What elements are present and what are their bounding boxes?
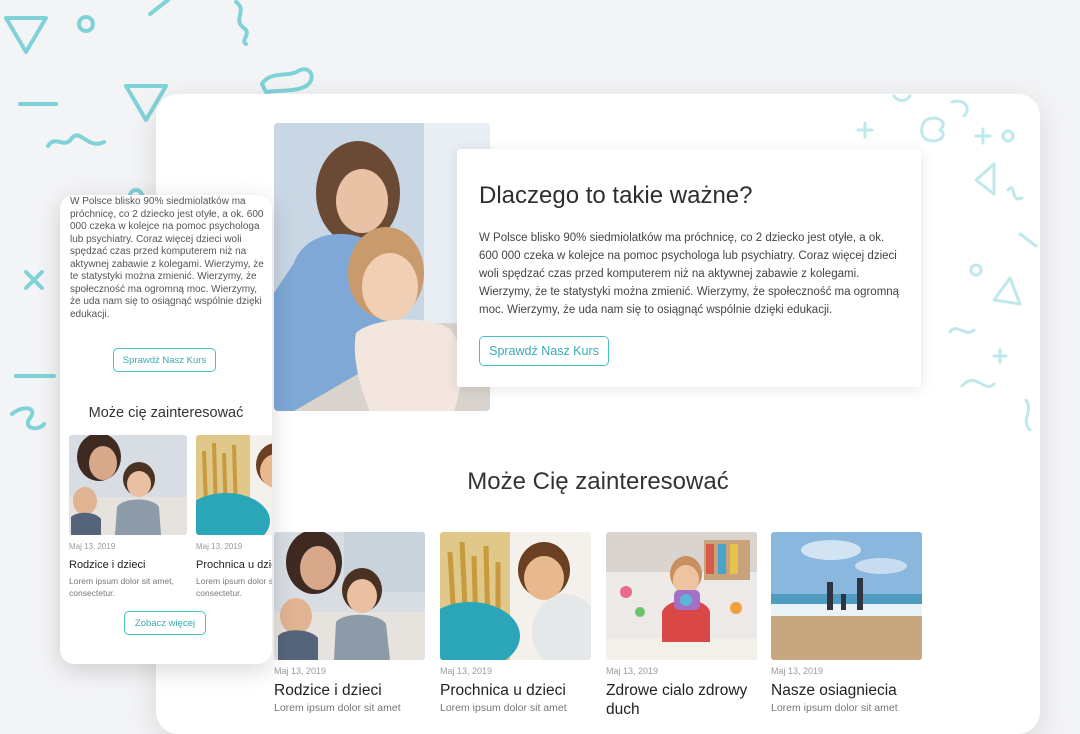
article-description: Lorem ipsum dolor sit amet [440,702,567,714]
article-image [274,532,425,660]
section-title: Może Cię zainteresować [467,468,729,495]
mobile-article-card[interactable]: Maj 13, 2019 Prochnica u dzieci Lorem ip… [196,435,272,599]
article-title[interactable]: Rodzice i dzieci [274,681,425,700]
article-card[interactable]: Maj 13, 2019 Nasze osiagniecia Lorem ips… [771,532,922,714]
article-date: Maj 13, 2019 [69,542,116,551]
article-title[interactable]: Zdrowe cialo zdrowy duch [606,681,757,719]
article-date: Maj 13, 2019 [196,542,243,551]
article-list: Maj 13, 2019 Rodzice i dzieci Lorem ipsu… [274,532,922,732]
article-card[interactable]: Maj 13, 2019 Prochnica u dzieci Lorem ip… [440,532,591,714]
article-image [440,532,591,660]
article-date: Maj 13, 2019 [606,666,659,676]
mobile-page: W Polsce blisko 90% siedmiolatków ma pró… [60,195,272,664]
mobile-article-card[interactable]: Maj 13, 2019 Rodzice i dzieci Lorem ipsu… [69,435,187,599]
article-description: Lorem ipsum dolor sit amet, consectetur. [69,576,174,598]
hero-card: Dlaczego to takie ważne? W Polsce blisko… [457,149,921,387]
article-title[interactable]: Rodzice i dzieci [69,559,187,571]
hero-title: Dlaczego to takie ważne? [479,182,753,209]
mobile-check-course-button[interactable]: Sprawdź Nasz Kurs [113,348,216,372]
article-card[interactable]: Maj 13, 2019 Zdrowe cialo zdrowy duch [606,532,757,721]
article-image [606,532,757,660]
article-date: Maj 13, 2019 [274,666,327,676]
article-image [196,435,272,535]
mobile-text: W Polsce blisko 90% siedmiolatków ma pró… [70,196,264,320]
see-more-button[interactable]: Zobacz więcej [124,611,206,635]
article-image [771,532,922,660]
mobile-section-title: Może cię zainteresować [88,405,244,421]
article-title[interactable]: Prochnica u dzieci [196,559,272,571]
article-title[interactable]: Nasze osiagniecia [771,681,922,700]
hero-text: W Polsce blisko 90% siedmiolatków ma pró… [479,232,900,316]
desktop-page: Dlaczego to takie ważne? W Polsce blisko… [156,94,1040,734]
article-description: Lorem ipsum dolor sit amet [771,702,898,714]
article-card[interactable]: Maj 13, 2019 Rodzice i dzieci Lorem ipsu… [274,532,425,714]
article-description: Lorem ipsum dolor sit amet [274,702,401,714]
article-date: Maj 13, 2019 [771,666,824,676]
check-course-button[interactable]: Sprawdź Nasz Kurs [479,336,609,366]
article-image [69,435,187,535]
article-description: Lorem ipsum dolor sit amet, consectetur. [196,576,272,598]
article-date: Maj 13, 2019 [440,666,493,676]
article-title[interactable]: Prochnica u dzieci [440,681,591,700]
